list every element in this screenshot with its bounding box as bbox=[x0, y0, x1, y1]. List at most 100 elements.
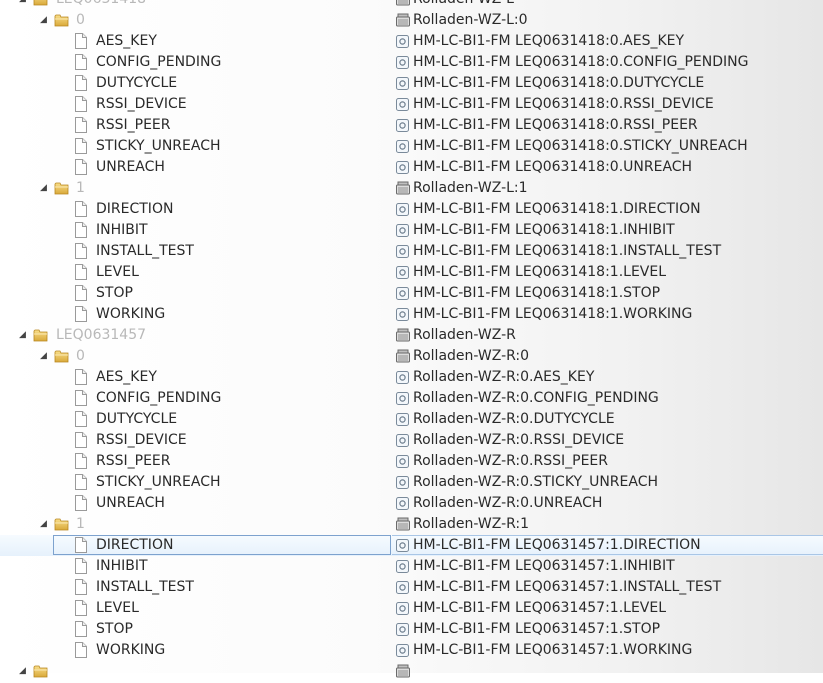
file-icon bbox=[74, 159, 87, 175]
datapoint-label: INSTALL_TEST bbox=[96, 579, 194, 595]
file-icon bbox=[74, 33, 87, 49]
tree-row-datapoint[interactable]: UNREACH HM-LC-BI1-FM LEQ0631418:0.UNREACH bbox=[0, 157, 823, 178]
file-icon bbox=[74, 537, 87, 553]
state-icon bbox=[395, 76, 411, 91]
tree-row-datapoint[interactable]: UNREACH Rolladen-WZ-R:0.UNREACH bbox=[0, 493, 823, 514]
datapoint-label: LEVEL bbox=[96, 264, 139, 280]
tree-row-datapoint[interactable]: AES_KEY HM-LC-BI1-FM LEQ0631418:0.AES_KEY bbox=[0, 31, 823, 52]
tree-row-datapoint[interactable]: DIRECTION HM-LC-BI1-FM LEQ0631457:1.DIREC… bbox=[0, 535, 823, 556]
state-icon bbox=[395, 139, 411, 154]
state-icon bbox=[395, 265, 411, 280]
tree-row-channel[interactable]: ◢ 1 Rolladen-WZ-R:1 bbox=[0, 514, 823, 535]
tree-row-datapoint[interactable]: DUTYCYCLE Rolladen-WZ-R:0.DUTYCYCLE bbox=[0, 409, 823, 430]
datapoint-label: UNREACH bbox=[96, 159, 165, 175]
expand-triangle-icon[interactable]: ◢ bbox=[19, 0, 29, 5]
tree-row-datapoint[interactable]: INHIBIT HM-LC-BI1-FM LEQ0631457:1.INHIBIT bbox=[0, 556, 823, 577]
state-icon bbox=[395, 496, 411, 511]
state-icon bbox=[395, 475, 411, 490]
tree-node-label: LEQ0631457 bbox=[56, 327, 147, 343]
expand-triangle-icon[interactable]: ◢ bbox=[19, 329, 29, 341]
device-icon bbox=[395, 349, 411, 364]
file-icon bbox=[74, 642, 87, 658]
tree-row-device[interactable]: ◢ LEQ0631418 Rolladen-WZ-L bbox=[0, 0, 823, 10]
tree-row-channel[interactable]: ◢ 0 Rolladen-WZ-L:0 bbox=[0, 10, 823, 31]
tree-row-datapoint[interactable]: STICKY_UNREACH HM-LC-BI1-FM LEQ0631418:0.… bbox=[0, 136, 823, 157]
object-name-cell: HM-LC-BI1-FM LEQ0631418:0.RSSI_DEVICE bbox=[413, 96, 714, 112]
state-icon bbox=[395, 412, 411, 427]
tree-row-datapoint[interactable]: STICKY_UNREACH Rolladen-WZ-R:0.STICKY_UNR… bbox=[0, 472, 823, 493]
object-name-cell: HM-LC-BI1-FM LEQ0631418:1.INHIBIT bbox=[413, 222, 675, 238]
datapoint-label: DUTYCYCLE bbox=[96, 411, 178, 427]
device-icon bbox=[395, 328, 411, 343]
expand-triangle-icon[interactable]: ◢ bbox=[40, 350, 50, 362]
object-name-cell: Rolladen-WZ-L bbox=[413, 0, 514, 8]
state-icon bbox=[395, 643, 411, 658]
device-icon bbox=[395, 517, 411, 532]
tree-row-device[interactable]: ◢ bbox=[0, 661, 823, 682]
tree-row-datapoint[interactable]: CONFIG_PENDING HM-LC-BI1-FM LEQ0631418:0.… bbox=[0, 52, 823, 73]
object-name-cell: Rolladen-WZ-R:0 bbox=[413, 348, 530, 364]
object-name-cell: HM-LC-BI1-FM LEQ0631418:0.CONFIG_PENDING bbox=[413, 54, 749, 70]
tree-row-datapoint[interactable]: AES_KEY Rolladen-WZ-R:0.AES_KEY bbox=[0, 367, 823, 388]
file-icon bbox=[74, 243, 87, 259]
tree-row-device[interactable]: ◢ LEQ0631457 Rolladen-WZ-R bbox=[0, 325, 823, 346]
datapoint-label: RSSI_DEVICE bbox=[96, 432, 187, 448]
object-tree[interactable]: ◢ LEQ0631418 Rolladen-WZ-L ◢ 0 Rolladen-WZ-L:… bbox=[0, 0, 823, 682]
datapoint-label: RSSI_DEVICE bbox=[96, 96, 187, 112]
object-name-cell: Rolladen-WZ-R bbox=[413, 327, 516, 343]
state-icon bbox=[395, 307, 411, 322]
file-icon bbox=[74, 432, 87, 448]
folder-icon bbox=[54, 13, 69, 27]
file-icon bbox=[74, 621, 87, 637]
tree-row-datapoint[interactable]: DUTYCYCLE HM-LC-BI1-FM LEQ0631418:0.DUTYC… bbox=[0, 73, 823, 94]
tree-row-channel[interactable]: ◢ 0 Rolladen-WZ-R:0 bbox=[0, 346, 823, 367]
tree-row-datapoint[interactable]: INSTALL_TEST HM-LC-BI1-FM LEQ0631457:1.IN… bbox=[0, 577, 823, 598]
object-name-cell: HM-LC-BI1-FM LEQ0631418:1.INSTALL_TEST bbox=[413, 243, 722, 259]
datapoint-label: RSSI_PEER bbox=[96, 453, 171, 469]
tree-row-datapoint[interactable]: STOP HM-LC-BI1-FM LEQ0631457:1.STOP bbox=[0, 619, 823, 640]
expand-triangle-icon[interactable]: ◢ bbox=[40, 182, 50, 194]
tree-node-label: 0 bbox=[76, 348, 85, 364]
state-icon bbox=[395, 244, 411, 259]
datapoint-label: LEVEL bbox=[96, 600, 139, 616]
datapoint-label: INSTALL_TEST bbox=[96, 243, 194, 259]
tree-row-datapoint[interactable]: LEVEL HM-LC-BI1-FM LEQ0631418:1.LEVEL bbox=[0, 262, 823, 283]
state-icon bbox=[395, 223, 411, 238]
file-icon bbox=[74, 54, 87, 70]
datapoint-label: INHIBIT bbox=[96, 222, 148, 238]
object-name-cell: Rolladen-WZ-L:1 bbox=[413, 180, 528, 196]
datapoint-label: STICKY_UNREACH bbox=[96, 138, 221, 154]
tree-node-label: LEQ0631418 bbox=[56, 0, 146, 8]
tree-row-datapoint[interactable]: WORKING HM-LC-BI1-FM LEQ0631418:1.WORKING bbox=[0, 304, 823, 325]
tree-row-datapoint[interactable]: RSSI_DEVICE HM-LC-BI1-FM LEQ0631418:0.RSS… bbox=[0, 94, 823, 115]
tree-row-datapoint[interactable]: INHIBIT HM-LC-BI1-FM LEQ0631418:1.INHIBIT bbox=[0, 220, 823, 241]
folder-icon bbox=[54, 181, 69, 195]
tree-node-label: 1 bbox=[76, 180, 85, 196]
tree-row-datapoint[interactable]: RSSI_PEER Rolladen-WZ-R:0.RSSI_PEER bbox=[0, 451, 823, 472]
tree-row-datapoint[interactable]: DIRECTION HM-LC-BI1-FM LEQ0631418:1.DIREC… bbox=[0, 199, 823, 220]
expand-triangle-icon[interactable]: ◢ bbox=[40, 518, 50, 530]
state-icon bbox=[395, 370, 411, 385]
object-name-cell: HM-LC-BI1-FM LEQ0631418:0.DUTYCYCLE bbox=[413, 75, 705, 91]
datapoint-label: RSSI_PEER bbox=[96, 117, 171, 133]
tree-row-datapoint[interactable]: STOP HM-LC-BI1-FM LEQ0631418:1.STOP bbox=[0, 283, 823, 304]
tree-row-datapoint[interactable]: LEVEL HM-LC-BI1-FM LEQ0631457:1.LEVEL bbox=[0, 598, 823, 619]
state-icon bbox=[395, 118, 411, 133]
tree-row-datapoint[interactable]: WORKING HM-LC-BI1-FM LEQ0631457:1.WORKING bbox=[0, 640, 823, 661]
tree-row-datapoint[interactable]: RSSI_PEER HM-LC-BI1-FM LEQ0631418:0.RSSI_… bbox=[0, 115, 823, 136]
file-icon bbox=[74, 558, 87, 574]
object-name-cell: HM-LC-BI1-FM LEQ0631457:1.DIRECTION bbox=[413, 537, 701, 553]
object-name-cell: HM-LC-BI1-FM LEQ0631418:0.RSSI_PEER bbox=[413, 117, 698, 133]
tree-row-channel[interactable]: ◢ 1 Rolladen-WZ-L:1 bbox=[0, 178, 823, 199]
device-icon bbox=[395, 664, 411, 679]
tree-row-datapoint[interactable]: CONFIG_PENDING Rolladen-WZ-R:0.CONFIG_PEN… bbox=[0, 388, 823, 409]
tree-row-datapoint[interactable]: INSTALL_TEST HM-LC-BI1-FM LEQ0631418:1.IN… bbox=[0, 241, 823, 262]
expand-triangle-icon[interactable]: ◢ bbox=[40, 14, 50, 26]
tree-row-datapoint[interactable]: RSSI_DEVICE Rolladen-WZ-R:0.RSSI_DEVICE bbox=[0, 430, 823, 451]
file-icon bbox=[74, 369, 87, 385]
object-name-cell: HM-LC-BI1-FM LEQ0631418:0.AES_KEY bbox=[413, 33, 685, 49]
file-icon bbox=[74, 579, 87, 595]
file-icon bbox=[74, 222, 87, 238]
datapoint-label: DIRECTION bbox=[96, 537, 174, 553]
expand-triangle-icon[interactable]: ◢ bbox=[19, 665, 29, 677]
